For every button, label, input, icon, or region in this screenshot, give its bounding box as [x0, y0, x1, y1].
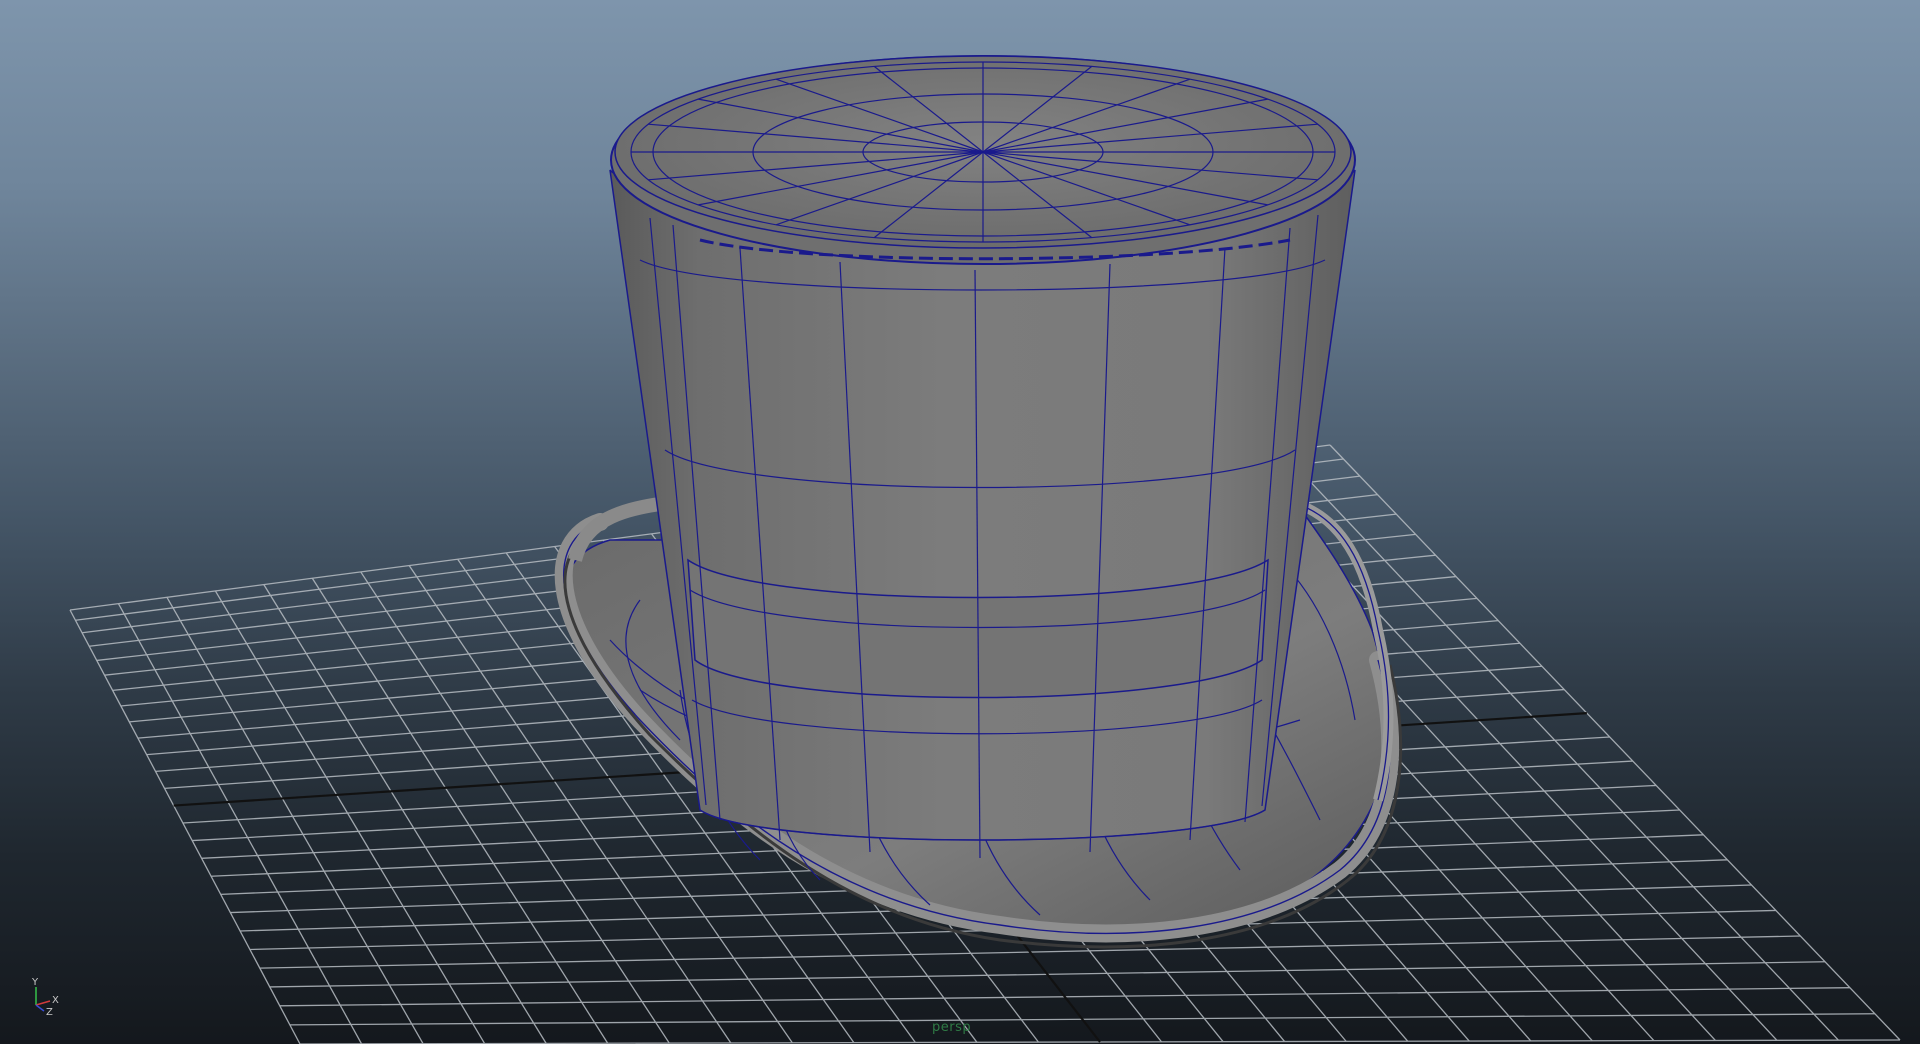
axis-z-label: Z — [46, 1007, 53, 1015]
axis-gizmo: Y X Z — [31, 977, 59, 1015]
3d-viewport[interactable]: Y X Z persp — [0, 0, 1920, 1044]
hat-crown[interactable] — [608, 167, 1356, 859]
camera-name-label: persp — [932, 1020, 972, 1035]
scene-canvas[interactable] — [0, 0, 1920, 1044]
axis-y-label: Y — [31, 977, 39, 988]
hat-top[interactable] — [610, 55, 1356, 265]
axis-x-label: X — [52, 995, 59, 1006]
